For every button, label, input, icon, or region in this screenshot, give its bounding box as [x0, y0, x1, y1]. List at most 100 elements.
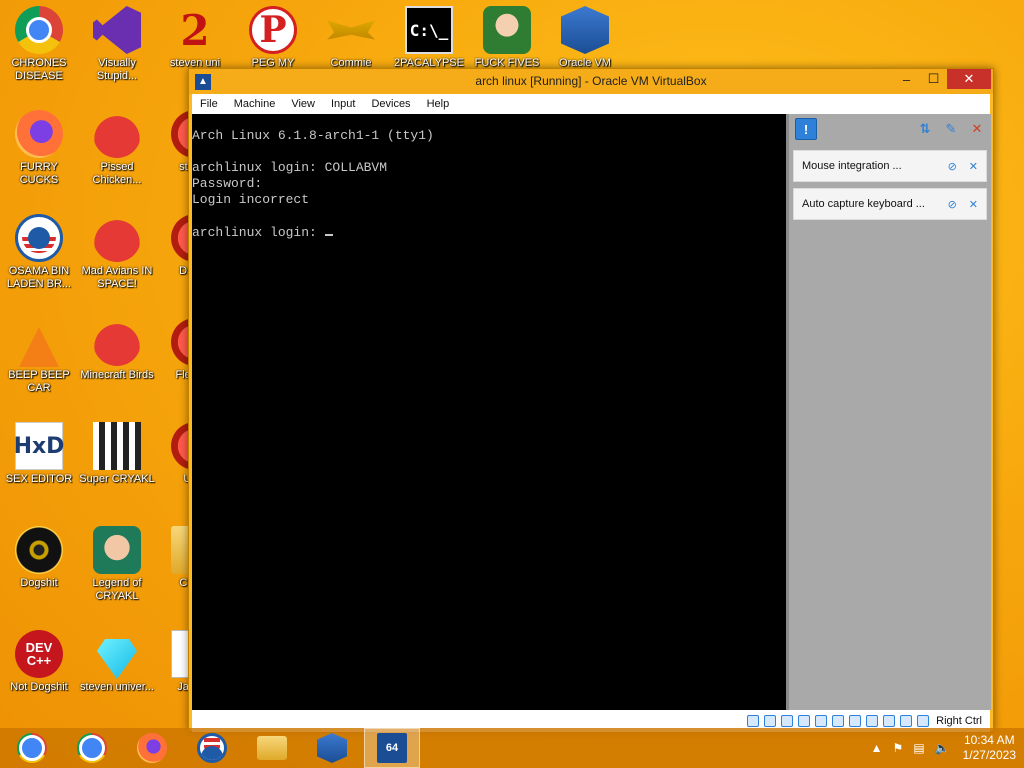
notification-mouse-integration[interactable]: Mouse integration ... ⊘ ✕: [793, 150, 987, 182]
vm-64-badge: 64: [385, 742, 399, 754]
desktop-icon-label: SEX EDITOR: [5, 473, 73, 485]
desktop-icon-angry-birds-space[interactable]: Mad Avians IN SPACE!: [78, 208, 156, 308]
desktop-icon-label: FURRY CUCKS: [19, 161, 59, 186]
vm-display[interactable]: Arch Linux 6.1.8-arch1-1 (tty1) archlinu…: [192, 114, 786, 710]
action-center-flag-icon[interactable]: ⚑: [893, 741, 904, 755]
menu-bar: File Machine View Input Devices Help: [192, 94, 990, 114]
taskbar-virtualbox[interactable]: [304, 728, 360, 768]
notification-text: Auto capture keyboard ...: [802, 198, 925, 210]
angry-bird-space-icon: [93, 214, 141, 262]
desktop-icon-minecraft-birds[interactable]: Minecraft Birds: [78, 312, 156, 412]
cpu-icon[interactable]: [883, 715, 896, 727]
volume-icon[interactable]: 🔈: [935, 741, 950, 755]
display-icon[interactable]: [849, 715, 862, 727]
pin-icon[interactable]: ✎: [941, 118, 961, 140]
angry-bird-icon: [93, 110, 141, 158]
title-bar[interactable]: ▲ arch linux [Running] - Oracle VM Virtu…: [189, 69, 993, 94]
menu-file[interactable]: File: [192, 94, 226, 114]
pixel-character-icon: [93, 422, 141, 470]
dismiss-icon[interactable]: ✕: [969, 198, 978, 211]
taskbar: 64 ▲ ⚑ ▤ 🔈 10:34 AM 1/27/2023: [0, 728, 1024, 768]
maximize-button[interactable]: ☐: [920, 69, 947, 89]
terminal-line: Password:: [192, 176, 263, 191]
host-key-label: Right Ctrl: [936, 715, 982, 727]
taskbar-file-explorer[interactable]: [244, 728, 300, 768]
desktop-icon-devcpp[interactable]: DEV C++ Not Dogshit: [0, 624, 78, 724]
desktop-icon-angry-birds-seasons[interactable]: Pissed Chicken...: [78, 104, 156, 204]
audio-icon[interactable]: [781, 715, 794, 727]
firefox-icon: [137, 733, 167, 763]
notification-center-icon[interactable]: !: [795, 118, 817, 140]
shared-folders-icon[interactable]: [832, 715, 845, 727]
gem-icon: [93, 630, 141, 679]
devcpp-icon: DEV C++: [15, 630, 63, 678]
taskbar-virtualbox-vm[interactable]: 64: [364, 728, 420, 768]
notification-tools: ⇅ ✎ ✕: [915, 118, 987, 140]
desktop-icon-dogshit[interactable]: Dogshit: [0, 520, 78, 620]
clock-date: 1/27/2023: [962, 748, 1016, 762]
taskbar-firefox[interactable]: [124, 728, 180, 768]
desktop-icon-obama[interactable]: OSAMA BIN LADEN BR...: [0, 208, 78, 308]
desktop-icon-label: Mad Avians IN SPACE!: [81, 265, 153, 290]
keyboard-capture-icon[interactable]: [917, 715, 930, 727]
virtualbox-window: ▲ arch linux [Running] - Oracle VM Virtu…: [188, 68, 994, 732]
desktop-icon-label: Dogshit: [20, 577, 58, 589]
window-title: arch linux [Running] - Oracle VM Virtual…: [475, 74, 707, 88]
eagle-emblem-icon: [327, 20, 375, 40]
sort-icon[interactable]: ⇅: [915, 118, 935, 140]
optical-drive-icon[interactable]: [764, 715, 777, 727]
terminal-line: Login incorrect: [192, 192, 310, 207]
hard-disk-icon[interactable]: [747, 715, 760, 727]
usb-icon[interactable]: [815, 715, 828, 727]
obama-logo-icon: [197, 733, 227, 763]
desktop-icon-steven-universe[interactable]: steven univer...: [78, 624, 156, 724]
terminal-cursor: [324, 224, 333, 236]
terminal-prompt-line: archlinux login:: [192, 224, 786, 240]
cd-icon: [15, 526, 63, 574]
desktop-icon-visual-studio[interactable]: Visually Stupid...: [78, 0, 156, 100]
desktop-icon-label: Visually Stupid...: [96, 57, 138, 82]
minimize-button[interactable]: –: [893, 69, 920, 89]
desktop-icon-hxd[interactable]: HxD SEX EDITOR: [0, 416, 78, 516]
system-tray: ▲ ⚑ ▤ 🔈 10:34 AM 1/27/2023: [866, 728, 1016, 768]
desktop-icon-vlc[interactable]: BEEP BEEP CAR: [0, 312, 78, 412]
virtualbox-app-icon[interactable]: ▲: [195, 73, 211, 90]
vlc-cone-icon: [15, 318, 63, 367]
notification-actions: ⊘ ✕: [948, 160, 978, 173]
desktop-icon-label: Minecraft Birds: [80, 369, 154, 381]
menu-help[interactable]: Help: [419, 94, 458, 114]
desktop-icon-label: BEEP BEEP CAR: [8, 369, 70, 394]
santa-icon: [483, 6, 531, 54]
login-prompt: archlinux login:: [192, 225, 325, 240]
network-icon[interactable]: ▤: [913, 741, 924, 755]
desktop-icon-label: steven univer...: [80, 681, 154, 693]
desktop-icon-legend-cryakl[interactable]: Legend of CRYAKL: [78, 520, 156, 620]
firefox-icon: [15, 110, 63, 158]
mouse-integration-icon[interactable]: [900, 715, 913, 727]
menu-input[interactable]: Input: [323, 94, 363, 114]
dont-show-again-icon[interactable]: ⊘: [948, 160, 957, 173]
desktop-icon-chrome[interactable]: CHRONES DISEASE: [0, 0, 78, 100]
network-icon[interactable]: [798, 715, 811, 727]
desktop-icon-super-cryakl[interactable]: Super CRYAKL: [78, 416, 156, 516]
desktop-icon-label: Legend of CRYAKL: [92, 577, 142, 602]
clock[interactable]: 10:34 AM 1/27/2023: [963, 733, 1016, 763]
menu-view[interactable]: View: [283, 94, 323, 114]
dont-show-again-icon[interactable]: ⊘: [948, 198, 957, 211]
menu-devices[interactable]: Devices: [363, 94, 418, 114]
desktop-icon-firefox[interactable]: FURRY CUCKS: [0, 104, 78, 204]
show-hidden-icons-icon[interactable]: ▲: [871, 741, 883, 755]
taskbar-obama[interactable]: [184, 728, 240, 768]
notification-auto-capture-keyboard[interactable]: Auto capture keyboard ... ⊘ ✕: [793, 188, 987, 220]
menu-machine[interactable]: Machine: [226, 94, 284, 114]
terminal-line: archlinux login: COLLABVM: [192, 160, 388, 175]
chrome-icon: [17, 733, 47, 763]
close-button[interactable]: ✕: [947, 69, 991, 89]
recording-icon[interactable]: [866, 715, 879, 727]
clear-all-icon[interactable]: ✕: [967, 118, 987, 140]
taskbar-chrome[interactable]: [64, 728, 120, 768]
dismiss-icon[interactable]: ✕: [969, 160, 978, 173]
desktop-icon-label: OSAMA BIN LADEN BR...: [6, 265, 72, 290]
taskbar-chrome-start[interactable]: [4, 728, 60, 768]
